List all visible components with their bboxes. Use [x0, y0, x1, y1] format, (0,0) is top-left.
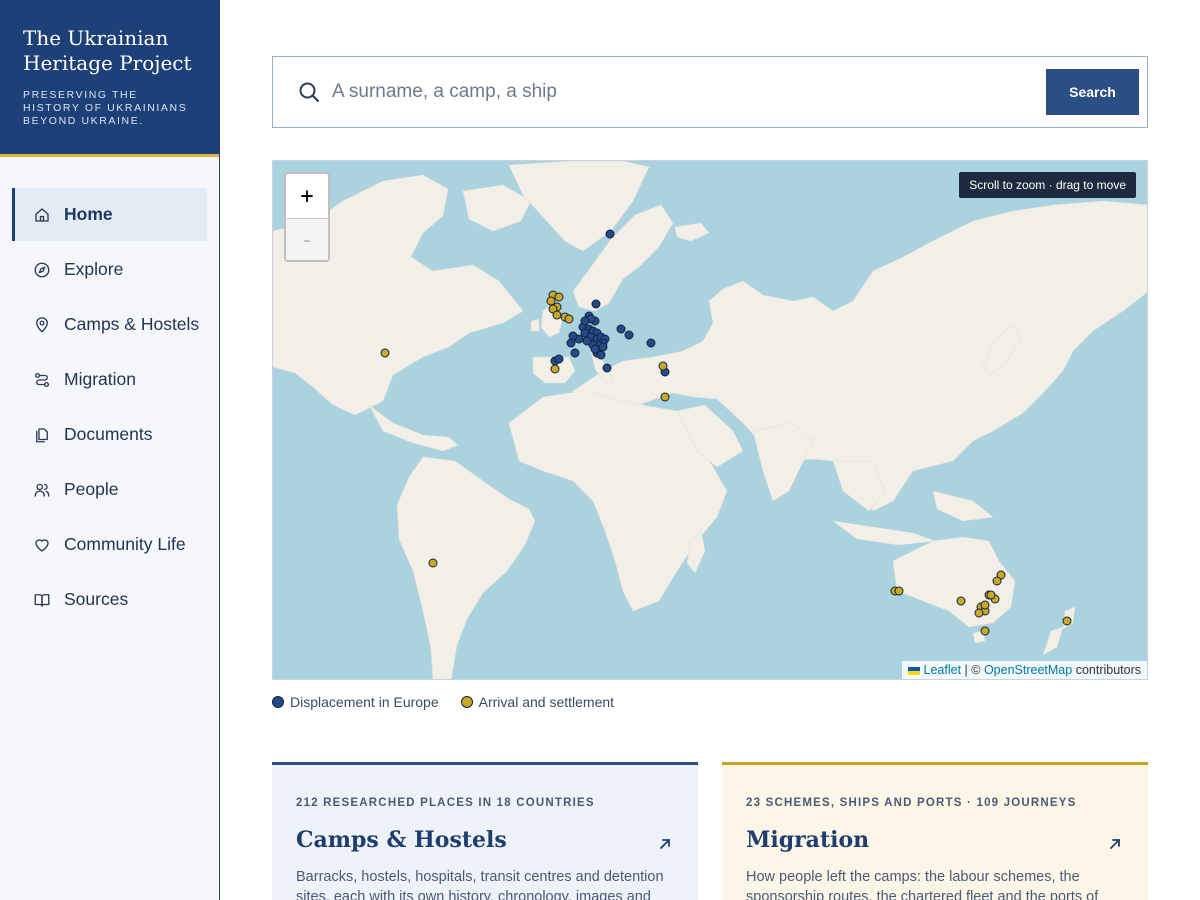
arrow-up-right-icon[interactable]: [1108, 837, 1122, 851]
card-description: Barracks, hostels, hospitals, transit ce…: [296, 869, 664, 900]
arrival-marker[interactable]: [380, 348, 390, 358]
legend-swatch-displacement: [272, 696, 284, 708]
nav-item-explore[interactable]: Explore: [12, 243, 207, 296]
nav-label: Sources: [64, 589, 129, 609]
zoom-control: + -: [284, 172, 330, 262]
card-kicker: 212 RESEARCHED PLACES IN 18 COUNTRIES: [296, 797, 595, 809]
arrival-marker[interactable]: [980, 600, 990, 610]
displacement-marker[interactable]: [616, 324, 626, 334]
card-migration[interactable]: 23 SCHEMES, SHIPS AND PORTS · 109 JOURNE…: [722, 762, 1148, 900]
search-input[interactable]: [332, 81, 1022, 103]
displacement-marker[interactable]: [582, 336, 592, 346]
arrival-marker[interactable]: [546, 296, 556, 306]
home-icon: [33, 206, 51, 224]
arrival-marker[interactable]: [986, 590, 996, 600]
arrival-marker[interactable]: [564, 314, 574, 324]
displacement-marker[interactable]: [602, 363, 612, 373]
zoom-in-button[interactable]: +: [286, 174, 328, 218]
search-icon: [297, 80, 321, 104]
arrival-marker[interactable]: [428, 558, 438, 568]
map-pin-icon: [33, 316, 51, 334]
displacement-marker[interactable]: [554, 354, 564, 364]
book-icon: [33, 591, 51, 609]
site-tagline: PRESERVING THE HISTORY OF UKRAINIANS BEY…: [23, 89, 188, 127]
search-button[interactable]: Search: [1046, 69, 1139, 115]
displacement-marker[interactable]: [596, 350, 606, 360]
nav-item-migration[interactable]: Migration: [12, 353, 207, 406]
displacement-marker[interactable]: [646, 338, 656, 348]
nav-label: Migration: [64, 369, 136, 389]
arrival-marker[interactable]: [554, 292, 564, 302]
site-title[interactable]: The Ukrainian Heritage Project: [23, 26, 199, 76]
legend-label: Arrival and settlement: [478, 694, 615, 710]
openstreetmap-link[interactable]: OpenStreetMap: [984, 663, 1072, 677]
nav-item-home[interactable]: Home: [12, 188, 207, 241]
attribution-separator: | ©: [964, 663, 981, 677]
card-kicker: 23 SCHEMES, SHIPS AND PORTS · 109 JOURNE…: [746, 797, 1077, 809]
map-hint: Scroll to zoom · drag to move: [959, 172, 1136, 198]
arrival-marker[interactable]: [658, 361, 668, 371]
map-attribution: Leaflet | © OpenStreetMap contributors: [901, 661, 1147, 679]
card-title[interactable]: Camps & Hostels: [296, 827, 674, 853]
arrival-marker[interactable]: [974, 608, 984, 618]
displacement-marker[interactable]: [580, 316, 590, 326]
arrival-marker[interactable]: [552, 310, 562, 320]
route-icon: [33, 371, 51, 389]
legend-swatch-arrival: [460, 696, 473, 708]
displacement-marker[interactable]: [605, 229, 615, 239]
map-legend: Displacement in Europe Arrival and settl…: [272, 694, 636, 710]
displacement-marker[interactable]: [598, 342, 608, 352]
world-map[interactable]: + - Scroll to zoom · drag to move Leafle…: [272, 160, 1148, 680]
nav-label: Community Life: [64, 534, 186, 554]
main-nav: Home Explore Camps & Hostels Migration D…: [0, 188, 219, 626]
nav-item-people[interactable]: People: [12, 463, 207, 516]
arrival-marker[interactable]: [980, 626, 990, 636]
nav-label: Home: [64, 204, 113, 224]
map-markers[interactable]: [273, 161, 1148, 680]
heart-icon: [33, 536, 51, 554]
arrival-marker[interactable]: [992, 576, 1002, 586]
displacement-marker[interactable]: [624, 330, 634, 340]
legend-label: Displacement in Europe: [290, 694, 439, 710]
arrival-marker[interactable]: [550, 364, 560, 374]
displacement-marker[interactable]: [570, 348, 580, 358]
nav-label: Documents: [64, 424, 153, 444]
arrival-marker[interactable]: [956, 596, 966, 606]
nav-item-sources[interactable]: Sources: [12, 573, 207, 626]
arrow-up-right-icon[interactable]: [658, 837, 672, 851]
arrival-marker[interactable]: [894, 586, 904, 596]
sidebar: The Ukrainian Heritage Project PRESERVIN…: [0, 0, 220, 900]
card-description: How people left the camps: the labour sc…: [746, 869, 1099, 900]
search-bar: Search: [272, 56, 1148, 128]
brand-block[interactable]: The Ukrainian Heritage Project PRESERVIN…: [0, 0, 219, 157]
nav-label: People: [64, 479, 119, 499]
people-icon: [33, 481, 51, 499]
nav-label: Explore: [64, 259, 124, 279]
leaflet-link[interactable]: Leaflet: [924, 663, 962, 677]
legend-item-displacement: Displacement in Europe: [272, 694, 439, 710]
nav-item-camps-hostels[interactable]: Camps & Hostels: [12, 298, 207, 351]
displacement-marker[interactable]: [591, 299, 601, 309]
nav-item-community-life[interactable]: Community Life: [12, 518, 207, 571]
legend-item-arrival: Arrival and settlement: [460, 694, 615, 710]
zoom-out-button[interactable]: -: [286, 218, 328, 260]
arrival-marker[interactable]: [660, 392, 670, 402]
compass-icon: [33, 261, 51, 279]
nav-item-documents[interactable]: Documents: [12, 408, 207, 461]
ukraine-flag-icon: [907, 666, 920, 675]
displacement-marker[interactable]: [566, 338, 576, 348]
card-title[interactable]: Migration: [746, 827, 1124, 853]
attribution-suffix: contributors: [1075, 663, 1141, 677]
card-camps-hostels[interactable]: 212 RESEARCHED PLACES IN 18 COUNTRIES Ca…: [272, 762, 698, 900]
documents-icon: [33, 426, 51, 444]
displacement-marker[interactable]: [590, 344, 600, 354]
arrival-marker[interactable]: [1062, 616, 1072, 626]
nav-label: Camps & Hostels: [64, 314, 200, 334]
